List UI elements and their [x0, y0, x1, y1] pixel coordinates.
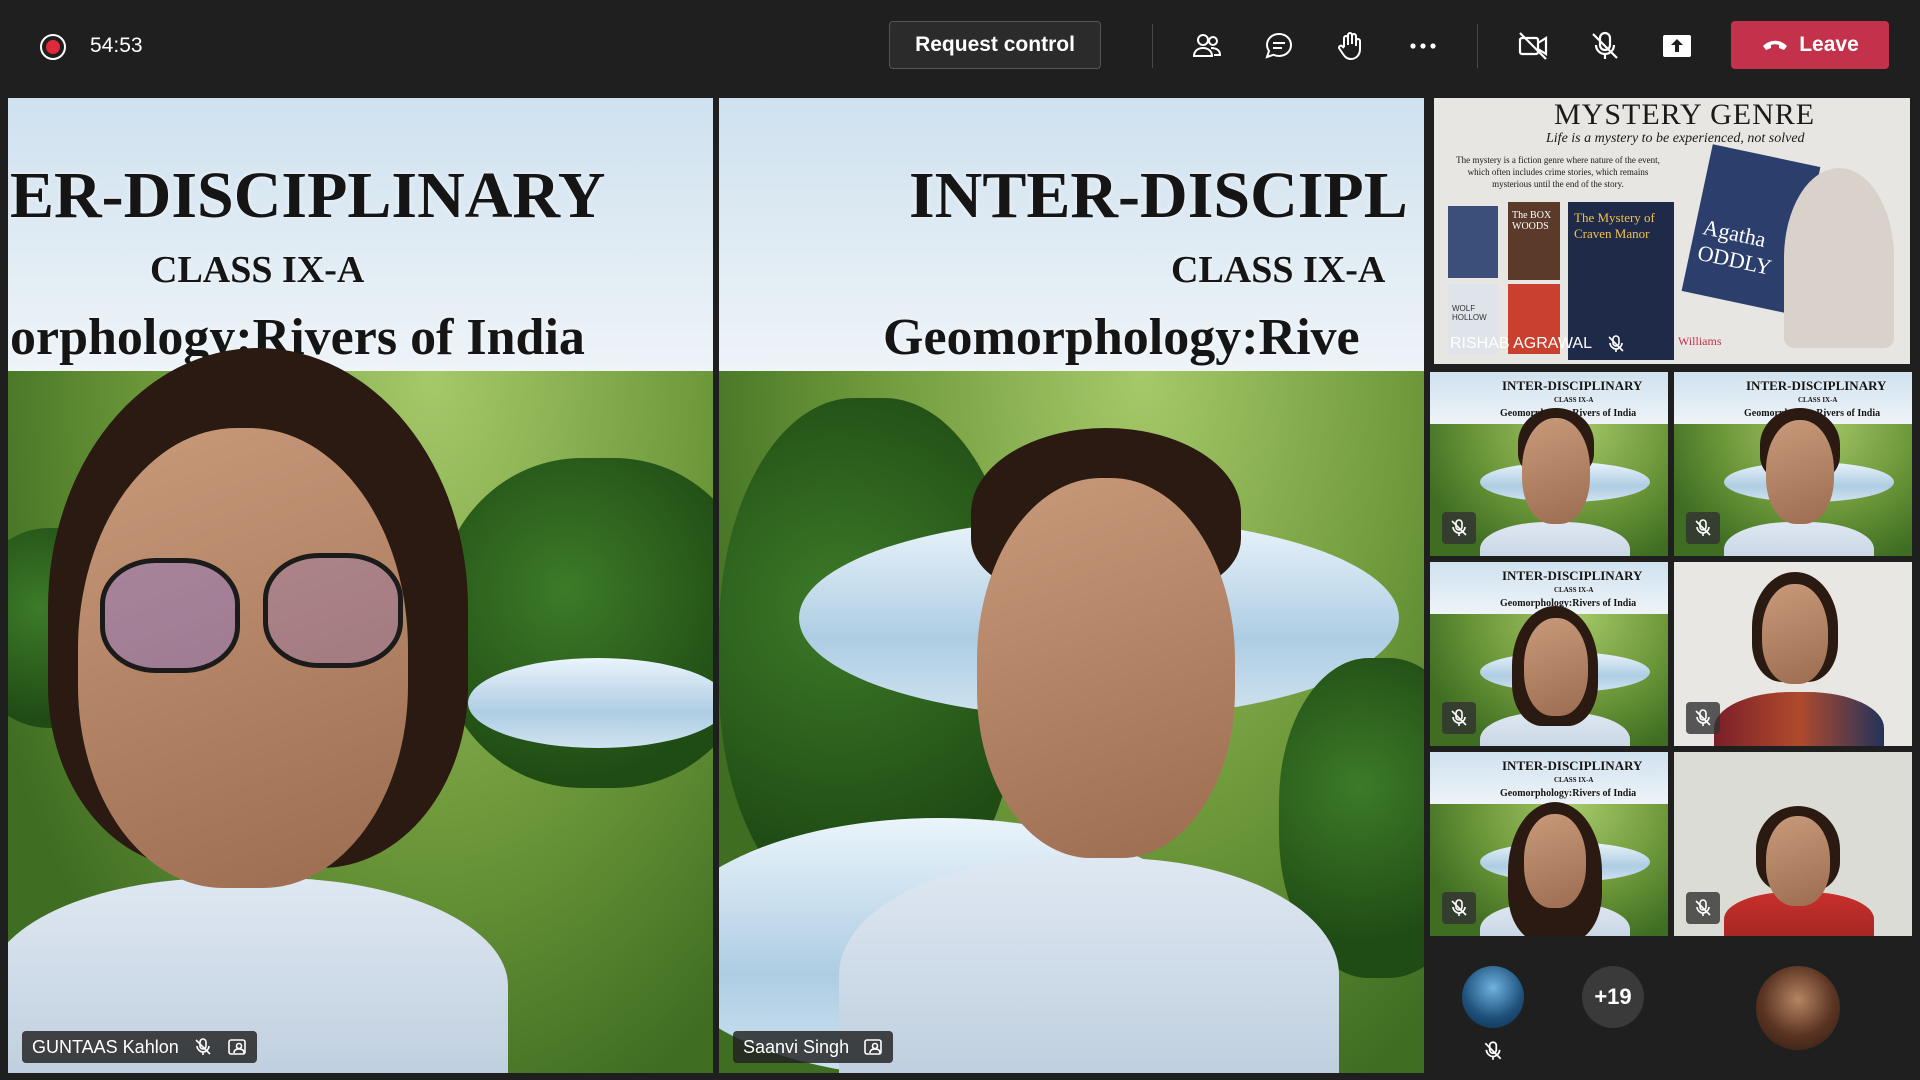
- background-effects-icon: [227, 1039, 246, 1055]
- video-tile-guntaas[interactable]: ER-DISCIPLINARY CLASS IX-A orphology:Riv…: [8, 98, 713, 1073]
- slide-class-label: CLASS IX-A: [150, 249, 365, 291]
- video-tile-participant[interactable]: INTER-DISCIPLINARY CLASS IX-A Geomorphol…: [1430, 752, 1668, 936]
- participant-name: GUNTAAS Kahlon: [32, 1036, 179, 1057]
- participant-name-tag: Saanvi Singh: [733, 1031, 894, 1063]
- video-tile-participant[interactable]: [1674, 752, 1912, 936]
- slide-title: INTER-DISCIPLINARY: [1502, 758, 1643, 773]
- video-tile-participant[interactable]: INTER-DISCIPLINARY CLASS IX-A Geomorphol…: [1430, 562, 1668, 746]
- mic-off-icon: [195, 1038, 211, 1055]
- toolbar-divider: [1152, 24, 1153, 68]
- more-options-icon[interactable]: [1403, 26, 1443, 66]
- slide-class-label: CLASS IX-A: [1171, 249, 1386, 291]
- participant-name-tag: RISHAB AGRAWAL: [1440, 330, 1636, 358]
- background-effects-icon: [864, 1039, 882, 1055]
- mic-off-icon: [1686, 512, 1720, 544]
- slide-subtitle: Geomorphology:Rive: [883, 309, 1360, 366]
- slide-class-label: CLASS IX-A: [1554, 776, 1594, 784]
- mic-off-icon: [1608, 335, 1624, 352]
- camera-off-icon[interactable]: [1513, 26, 1553, 66]
- mic-off-icon: [1442, 512, 1476, 544]
- share-screen-icon[interactable]: [1657, 26, 1697, 66]
- book-cover: The BOX WOODS: [1508, 202, 1560, 280]
- slide-title: INTER-DISCIPLINARY: [1746, 378, 1887, 393]
- meeting-timer: 54:53: [90, 34, 143, 57]
- mic-off-icon: [1686, 892, 1720, 924]
- slide-class-label: CLASS IX-A: [1798, 396, 1838, 404]
- leave-label: Leave: [1799, 33, 1859, 56]
- book-author: Williams: [1678, 334, 1722, 348]
- mic-off-icon: [1442, 892, 1476, 924]
- participant-name: Saanvi Singh: [743, 1036, 850, 1057]
- mystery-heading: MYSTERY GENRE: [1554, 98, 1816, 131]
- mic-off-icon: [1442, 702, 1476, 734]
- book-cover: [1448, 206, 1498, 278]
- leave-button[interactable]: Leave: [1731, 21, 1889, 69]
- participants-icon[interactable]: [1187, 26, 1227, 66]
- recording-icon: [40, 34, 66, 60]
- meeting-toolbar: 54:53 Request control Leave: [0, 0, 1920, 92]
- chat-icon[interactable]: [1259, 26, 1299, 66]
- slide-title: INTER-DISCIPLINARY: [1502, 378, 1643, 393]
- slide-title: ER-DISCIPLINARY: [10, 159, 606, 232]
- participant-avatar[interactable]: [1462, 966, 1524, 1028]
- slide-title: INTER-DISCIPL: [909, 159, 1408, 232]
- raise-hand-icon[interactable]: [1331, 26, 1371, 66]
- mic-off-icon: [1686, 702, 1720, 734]
- book-cover: [1784, 168, 1894, 348]
- slide-class-label: CLASS IX-A: [1554, 396, 1594, 404]
- mystery-body: The mystery is a fiction genre where nat…: [1456, 155, 1660, 189]
- slide-subtitle: Geomorphology:Rivers of India: [1500, 788, 1637, 799]
- participant-avatar[interactable]: [1756, 966, 1840, 1050]
- mic-off-icon: [1482, 1040, 1506, 1064]
- toolbar-divider: [1477, 24, 1478, 68]
- video-tile-participant[interactable]: INTER-DISCIPLINARY CLASS IX-A Geomorphol…: [1674, 372, 1912, 556]
- video-tile-rishab[interactable]: MYSTERY GENRE Life is a mystery to be ex…: [1434, 98, 1910, 364]
- mic-off-icon[interactable]: [1585, 26, 1625, 66]
- participant-name-tag: GUNTAAS Kahlon: [22, 1031, 257, 1063]
- video-tile-saanvi[interactable]: INTER-DISCIPL CLASS IX-A Geomorphology:R…: [719, 98, 1424, 1073]
- request-control-button[interactable]: Request control: [889, 21, 1101, 69]
- video-tile-participant[interactable]: INTER-DISCIPLINARY CLASS IX-A Geomorphol…: [1430, 372, 1668, 556]
- video-tile-participant[interactable]: [1674, 562, 1912, 746]
- slide-class-label: CLASS IX-A: [1554, 586, 1594, 594]
- slide-subtitle: Geomorphology:Rivers of India: [1500, 598, 1637, 609]
- phone-hangup-icon: [1763, 40, 1788, 50]
- slide-title: INTER-DISCIPLINARY: [1502, 568, 1643, 583]
- mystery-tagline: Life is a mystery to be experienced, not…: [1546, 131, 1805, 146]
- more-participants-badge[interactable]: +19: [1582, 966, 1644, 1028]
- participant-name: RISHAB AGRAWAL: [1450, 335, 1592, 352]
